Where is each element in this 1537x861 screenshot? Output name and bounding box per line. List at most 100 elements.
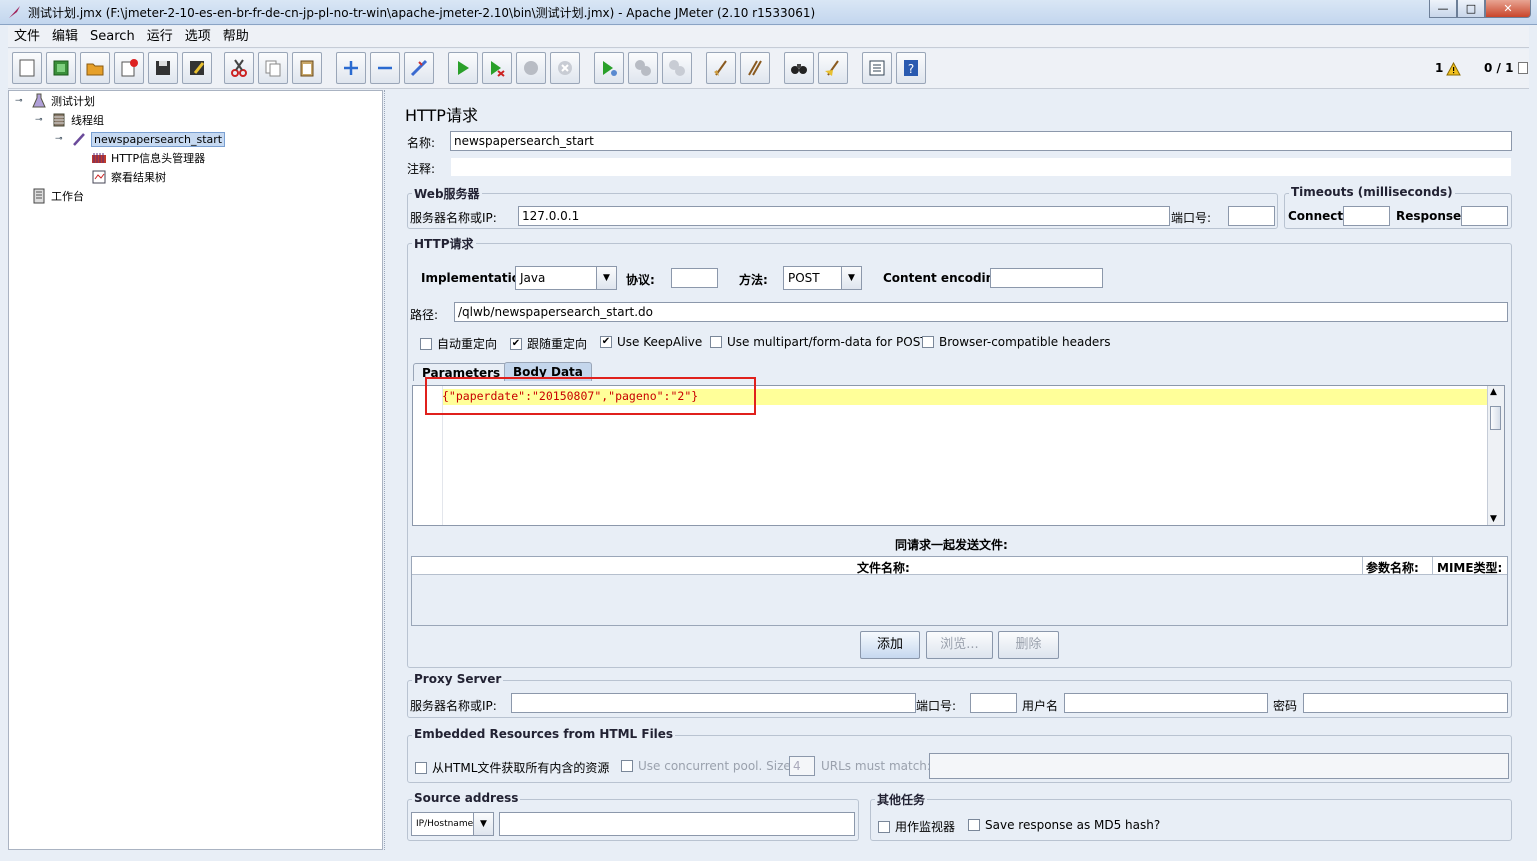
encoding-field[interactable] [990,268,1103,288]
menu-file[interactable]: 文件 [8,26,46,47]
close-plan-button[interactable] [114,52,144,84]
pool-size-field[interactable]: 4 [789,756,815,776]
tree-expand-handle[interactable]: ⊸ [55,135,63,144]
clear-button[interactable] [706,52,736,84]
proxy-password-field[interactable] [1303,693,1508,713]
comment-field[interactable] [450,157,1512,177]
remote-play-icon [603,61,617,76]
tree-node-workbench[interactable]: 工作台 [31,187,84,205]
tree-expand-handle[interactable]: ⊸ [15,97,23,106]
menu-run[interactable]: 运行 [141,26,179,47]
connect-field[interactable] [1343,206,1390,226]
md5-hash-checkbox[interactable]: Save response as MD5 hash? [968,818,1160,832]
source-address-field[interactable] [499,812,855,836]
server-field[interactable]: 127.0.0.1 [518,206,1170,226]
checkbox-box [621,760,633,772]
clear-all-button[interactable] [740,52,770,84]
remote-shutdown-button[interactable] [662,52,692,84]
warning-icon[interactable] [1446,62,1461,76]
retrieve-resources-checkbox[interactable]: 从HTML文件获取所有内含的资源 [415,759,609,776]
function-helper-button[interactable] [862,52,892,84]
function-list-icon [869,60,885,76]
tree-node-test-plan[interactable]: 测试计划 [31,92,95,110]
page-title: HTTP请求 [405,106,478,125]
search-button[interactable] [784,52,814,84]
reset-search-icon [825,60,839,76]
help-button[interactable]: ? [896,52,926,84]
checkbox-label: Browser-compatible headers [939,335,1111,349]
browse-file-button[interactable]: 浏览... [926,631,993,659]
tree-node-thread-group[interactable]: 线程组 [51,111,104,129]
browser-headers-checkbox[interactable]: Browser-compatible headers [922,335,1111,349]
proxy-user-label: 用户名 [1022,699,1059,713]
response-field[interactable] [1461,206,1508,226]
method-select[interactable]: POST ▼ [783,266,862,290]
tree-node-results-tree[interactable]: 察看结果树 [91,168,166,186]
auto-redirect-checkbox[interactable]: 自动重定向 [420,335,497,352]
expand-all-button[interactable] [336,52,366,84]
cut-button[interactable] [224,52,254,84]
templates-button[interactable] [46,52,76,84]
save-as-button[interactable] [182,52,212,84]
menu-edit[interactable]: 编辑 [46,26,84,47]
pipette-icon [73,133,85,146]
proxy-port-field[interactable] [970,693,1017,713]
reset-search-button[interactable] [818,52,848,84]
delete-file-button[interactable]: 删除 [998,631,1059,659]
proxy-user-field[interactable] [1064,693,1268,713]
implementation-select[interactable]: Java ▼ [515,266,617,290]
scroll-thumb[interactable] [1490,406,1501,430]
close-button[interactable]: ✕ [1485,0,1531,18]
tree-expand-handle[interactable]: ⊸ [35,116,43,125]
scroll-down-icon[interactable]: ▼ [1490,514,1497,524]
add-file-button[interactable]: 添加 [860,631,920,659]
collapse-all-button[interactable] [370,52,400,84]
warning-count: 1 [1435,61,1444,75]
paste-button[interactable] [292,52,322,84]
other-tasks-group: 其他任务 [870,791,1512,841]
split-divider[interactable] [384,90,394,850]
menu-options[interactable]: 选项 [179,26,217,47]
proxy-server-field[interactable] [511,693,916,713]
follow-redirect-checkbox[interactable]: ✔ 跟随重定向 [510,335,587,352]
remote-stop-button[interactable] [628,52,658,84]
files-table[interactable]: 文件名称: 参数名称: MIME类型: [411,556,1508,626]
urls-match-field[interactable] [929,753,1509,779]
multipart-checkbox[interactable]: Use multipart/form-data for POST [710,335,928,349]
path-field[interactable]: /qlwb/newspapersearch_start.do [454,302,1508,322]
source-type-select[interactable]: IP/Hostname ▼ [411,812,494,836]
running-indicator [1518,62,1528,74]
start-no-pauses-button[interactable] [482,52,512,84]
results-tree-icon [92,170,106,184]
window-title: 测试计划.jmx (F:\jmeter-2-10-es-en-br-fr-de-… [28,6,816,20]
proxy-port-label: 端口号: [916,699,957,713]
new-button[interactable] [12,52,42,84]
open-button[interactable] [80,52,110,84]
concurrent-pool-checkbox[interactable]: Use concurrent pool. Size: [621,759,795,773]
menu-search[interactable]: Search [84,26,141,47]
test-plan-tree: ⊸ 测试计划 ⊸ 线程组 ⊸ newspapersearch_start HTT… [8,90,383,850]
maximize-button[interactable]: □ [1457,0,1485,18]
toggle-button[interactable] [404,52,434,84]
tree-node-sampler[interactable]: newspapersearch_start [71,130,226,148]
stop-button[interactable] [516,52,546,84]
scroll-up-icon[interactable]: ▲ [1490,387,1497,397]
keepalive-checkbox[interactable]: ✔ Use KeepAlive [600,335,702,349]
port-field[interactable] [1228,206,1275,226]
menu-bar: 文件 编辑 Search 运行 选项 帮助 [8,26,1529,48]
minimize-button[interactable]: — [1429,0,1457,18]
use-as-monitor-checkbox[interactable]: 用作监视器 [878,818,955,835]
timeouts-legend: Timeouts (milliseconds) [1289,185,1455,199]
checkbox-label: Use KeepAlive [617,335,703,349]
save-button[interactable] [148,52,178,84]
vertical-scrollbar[interactable]: ▲ ▼ [1487,386,1504,525]
tree-node-header-manager[interactable]: HTTP信息头管理器 [91,149,205,167]
start-button[interactable] [448,52,478,84]
shutdown-button[interactable] [550,52,580,84]
remote-start-button[interactable] [594,52,624,84]
flask-icon [32,93,46,108]
name-field[interactable]: newspapersearch_start [450,131,1512,151]
copy-button[interactable] [258,52,288,84]
protocol-field[interactable] [671,268,718,288]
menu-help[interactable]: 帮助 [217,26,255,47]
